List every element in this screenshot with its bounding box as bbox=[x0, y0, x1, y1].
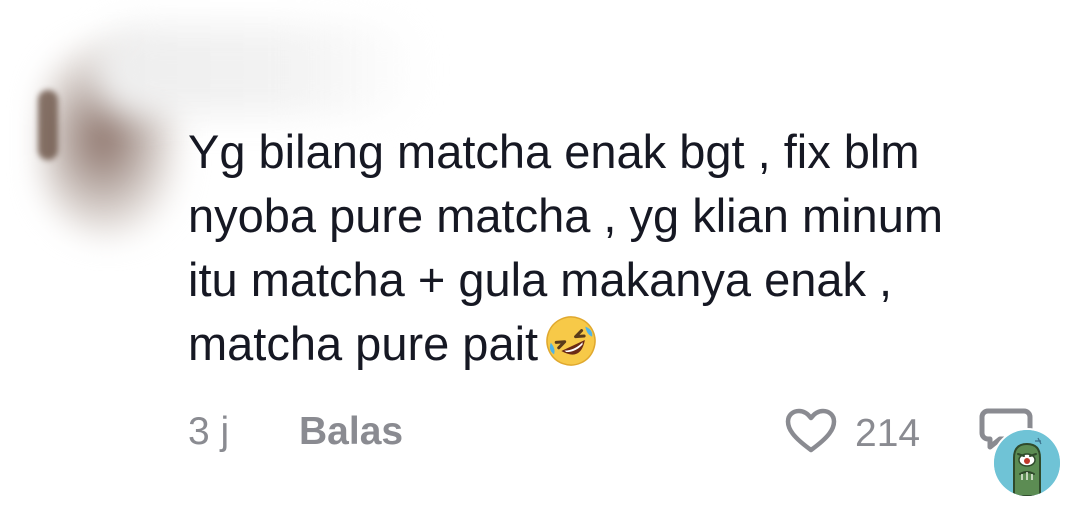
comment-line-2: nyoba pure matcha , yg klian minum bbox=[188, 189, 943, 242]
comment-text: Yg bilang matcha enak bgt , fix blm nyob… bbox=[188, 120, 1048, 384]
plankton-sticker-icon[interactable] bbox=[992, 428, 1062, 498]
comment-line-1: Yg bilang matcha enak bgt , fix blm bbox=[188, 125, 920, 178]
comment-line-4: matcha pure pait bbox=[188, 317, 539, 370]
like-button[interactable]: 214 bbox=[785, 408, 920, 459]
reply-button[interactable]: Balas bbox=[299, 410, 403, 454]
heart-icon[interactable] bbox=[785, 408, 837, 459]
comment-timestamp: 3 j bbox=[188, 410, 230, 453]
avatar-edge bbox=[38, 90, 58, 160]
comment-line-3: itu matcha + gula makanya enak , bbox=[188, 253, 893, 306]
rolling-on-floor-laughing-icon bbox=[544, 314, 598, 384]
like-count: 214 bbox=[855, 411, 921, 455]
username-redacted[interactable] bbox=[95, 25, 425, 115]
